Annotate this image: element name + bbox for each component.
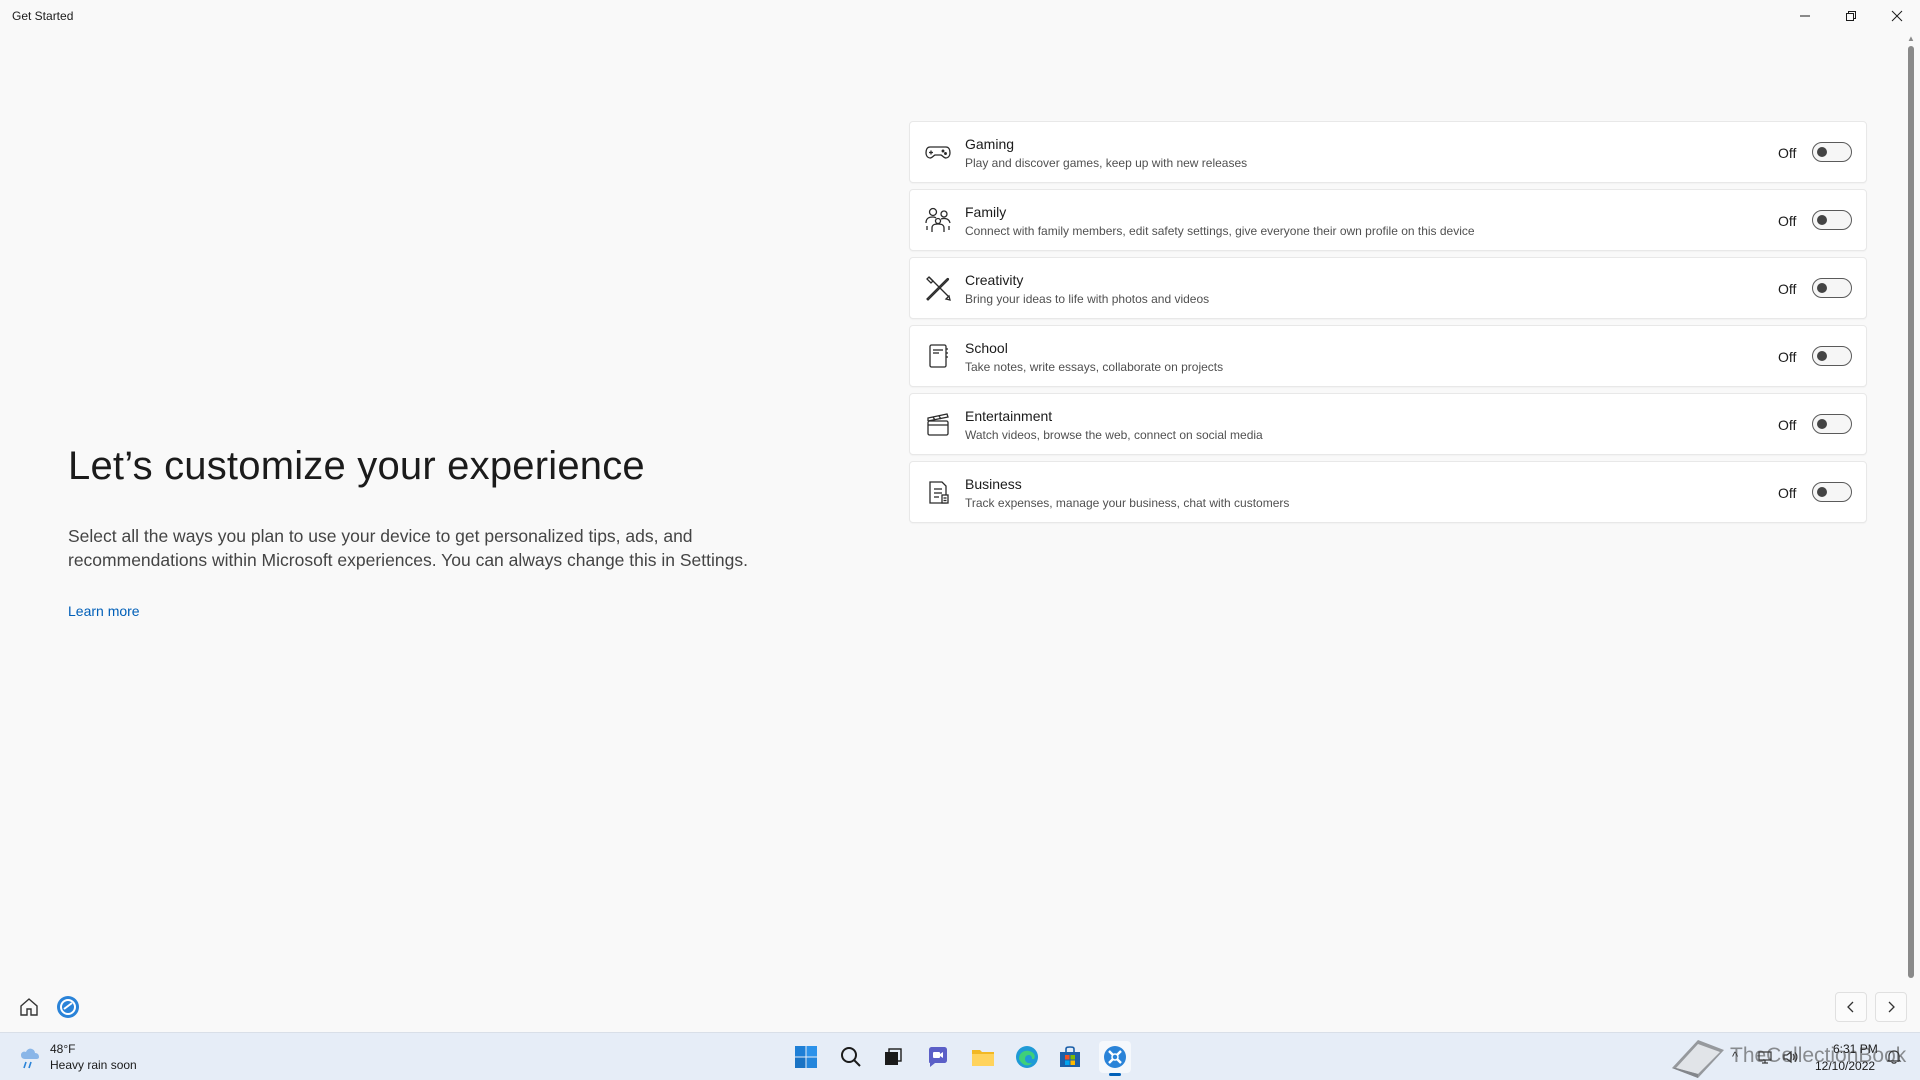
card-entertainment: Entertainment Watch videos, browse the w…: [909, 393, 1867, 455]
chevron-left-icon: [1847, 1001, 1854, 1013]
restore-icon: [1846, 11, 1856, 21]
school-toggle[interactable]: [1812, 346, 1852, 366]
window-title: Get Started: [12, 9, 74, 23]
page-description: Select all the ways you plan to use your…: [68, 526, 748, 570]
toggle-knob: [1817, 147, 1827, 157]
toggle-state-label: Off: [1778, 417, 1797, 433]
vertical-scrollbar[interactable]: ▲ ▼: [1904, 32, 1918, 982]
chevron-right-icon: [1888, 1001, 1895, 1013]
card-title: Gaming: [965, 136, 1015, 152]
scroll-up-icon[interactable]: ▲: [1906, 34, 1916, 44]
previous-button[interactable]: [1835, 992, 1867, 1022]
close-icon: [1891, 10, 1903, 22]
weather-temperature[interactable]: 48°F: [50, 1042, 75, 1056]
entertainment-toggle[interactable]: [1812, 414, 1852, 434]
watermark-text: TheCollectionBook: [1730, 1044, 1907, 1067]
toggle-knob: [1817, 351, 1827, 361]
card-description: Take notes, write essays, collaborate on…: [965, 360, 1224, 374]
card-title: Family: [965, 204, 1007, 220]
card-title: Entertainment: [965, 408, 1053, 424]
book-logo-icon: [1672, 1040, 1724, 1078]
get-started-logo-icon[interactable]: [56, 995, 80, 1019]
card-title: School: [965, 340, 1008, 356]
taskbar: 48°F Heavy rain soon ^ 6:31 PM 12/10/202…: [0, 1032, 1920, 1080]
learn-more-link[interactable]: Learn more: [68, 603, 140, 619]
weather-condition[interactable]: Heavy rain soon: [50, 1058, 137, 1072]
watermark: TheCollectionBook: [1668, 1030, 1906, 1080]
card-description: Watch videos, browse the web, connect on…: [965, 428, 1263, 442]
notebook-icon: [924, 342, 952, 370]
toggle-state-label: Off: [1778, 213, 1797, 229]
edge-browser-icon[interactable]: [1011, 1041, 1043, 1073]
task-view-icon[interactable]: [877, 1041, 909, 1073]
card-family: Family Connect with family members, edit…: [909, 189, 1867, 251]
card-title: Business: [965, 476, 1022, 492]
toggle-knob: [1817, 487, 1827, 497]
toggle-knob: [1817, 419, 1827, 429]
start-icon[interactable]: [790, 1041, 822, 1073]
file-explorer-icon[interactable]: [967, 1041, 999, 1073]
get-started-app-icon[interactable]: [1099, 1041, 1131, 1076]
card-school: School Take notes, write essays, collabo…: [909, 325, 1867, 387]
document-icon: [924, 478, 952, 506]
gamepad-icon: [924, 138, 952, 166]
chat-icon[interactable]: [922, 1041, 954, 1073]
card-business: Business Track expenses, manage your bus…: [909, 461, 1867, 523]
toggle-state-label: Off: [1778, 145, 1797, 161]
toggle-state-label: Off: [1778, 349, 1797, 365]
business-toggle[interactable]: [1812, 482, 1852, 502]
microsoft-store-icon[interactable]: [1054, 1041, 1086, 1073]
page-title: Let’s customize your experience: [68, 444, 645, 488]
card-description: Bring your ideas to life with photos and…: [965, 292, 1210, 306]
minimize-icon: [1800, 15, 1810, 17]
family-toggle[interactable]: [1812, 210, 1852, 230]
creativity-toggle[interactable]: [1812, 278, 1852, 298]
search-icon[interactable]: [835, 1041, 867, 1073]
experience-cards-list: Gaming Play and discover games, keep up …: [909, 121, 1867, 529]
creativity-icon: [924, 274, 952, 302]
minimize-button[interactable]: [1782, 0, 1828, 32]
card-creativity: Creativity Bring your ideas to life with…: [909, 257, 1867, 319]
toggle-knob: [1817, 283, 1827, 293]
toggle-state-label: Off: [1778, 281, 1797, 297]
card-gaming: Gaming Play and discover games, keep up …: [909, 121, 1867, 183]
toggle-state-label: Off: [1778, 485, 1797, 501]
card-description: Connect with family members, edit safety…: [965, 224, 1475, 238]
card-title: Creativity: [965, 272, 1024, 288]
family-icon: [924, 206, 952, 234]
close-button[interactable]: [1874, 0, 1920, 32]
gaming-toggle[interactable]: [1812, 142, 1852, 162]
clapperboard-icon: [924, 410, 952, 438]
card-description: Track expenses, manage your business, ch…: [965, 496, 1290, 510]
restore-button[interactable]: [1828, 0, 1874, 32]
home-icon[interactable]: [18, 996, 40, 1018]
rain-cloud-icon[interactable]: [18, 1043, 46, 1071]
title-bar: Get Started: [0, 0, 1920, 32]
toggle-knob: [1817, 215, 1827, 225]
scroll-down-icon[interactable]: ▼: [1906, 970, 1916, 980]
card-description: Play and discover games, keep up with ne…: [965, 156, 1248, 170]
scroll-thumb[interactable]: [1908, 46, 1914, 978]
next-button[interactable]: [1875, 992, 1907, 1022]
